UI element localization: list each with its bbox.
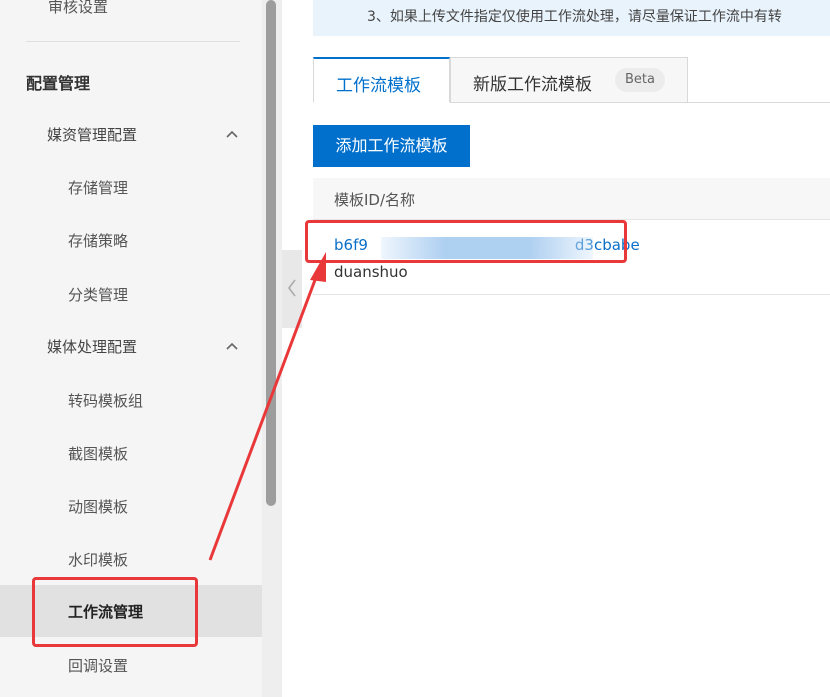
tab-label: 工作流模板 [336,76,421,96]
notice-banner: 3、如果上传文件指定仅使用工作流处理，请尽量保证工作流中有转 [313,0,830,36]
sidebar-item-review-settings[interactable]: 审核设置 [48,0,108,17]
sidebar-item-storage-management[interactable]: 存储管理 [68,177,128,198]
sidebar-item-storage-policy[interactable]: 存储策略 [68,230,128,251]
sidebar-scrollbar-thumb[interactable] [266,0,276,506]
tab-label: 新版工作流模板 [473,75,592,95]
sidebar-section-media-asset-config[interactable]: 媒资管理配置 [47,124,137,145]
tab-workflow-template[interactable]: 工作流模板 [313,57,450,103]
sidebar-group-title: 配置管理 [26,74,91,93]
chevron-up-icon[interactable] [226,128,238,140]
annotation-highlight-box [32,577,198,647]
template-name: duanshuo [334,263,408,281]
sidebar-item-transcode-template-group[interactable]: 转码模板组 [68,390,143,411]
sidebar-section-media-process-config[interactable]: 媒体处理配置 [47,336,137,357]
annotation-highlight-box [305,220,627,263]
sidebar-item-animated-template[interactable]: 动图模板 [68,496,128,517]
sidebar-item-watermark-template[interactable]: 水印模板 [68,549,128,570]
column-header-template-id-name: 模板ID/名称 [334,191,416,209]
notice-text: 3、如果上传文件指定仅使用工作流处理，请尽量保证工作流中有转 [367,9,782,25]
chevron-left-icon [288,279,296,297]
table-header: 模板ID/名称 [313,178,830,220]
sidebar-item-category-management[interactable]: 分类管理 [68,284,128,305]
sidebar-item-snapshot-template[interactable]: 截图模板 [68,443,128,464]
add-workflow-template-button[interactable]: 添加工作流模板 [313,125,470,167]
tab-new-workflow-template[interactable]: 新版工作流模板 Beta [450,57,688,103]
sidebar-collapse-button[interactable] [282,250,302,328]
beta-badge: Beta [615,68,665,92]
sidebar-divider [26,41,240,42]
sidebar-item-callback-settings[interactable]: 回调设置 [68,655,128,676]
chevron-up-icon[interactable] [226,340,238,352]
